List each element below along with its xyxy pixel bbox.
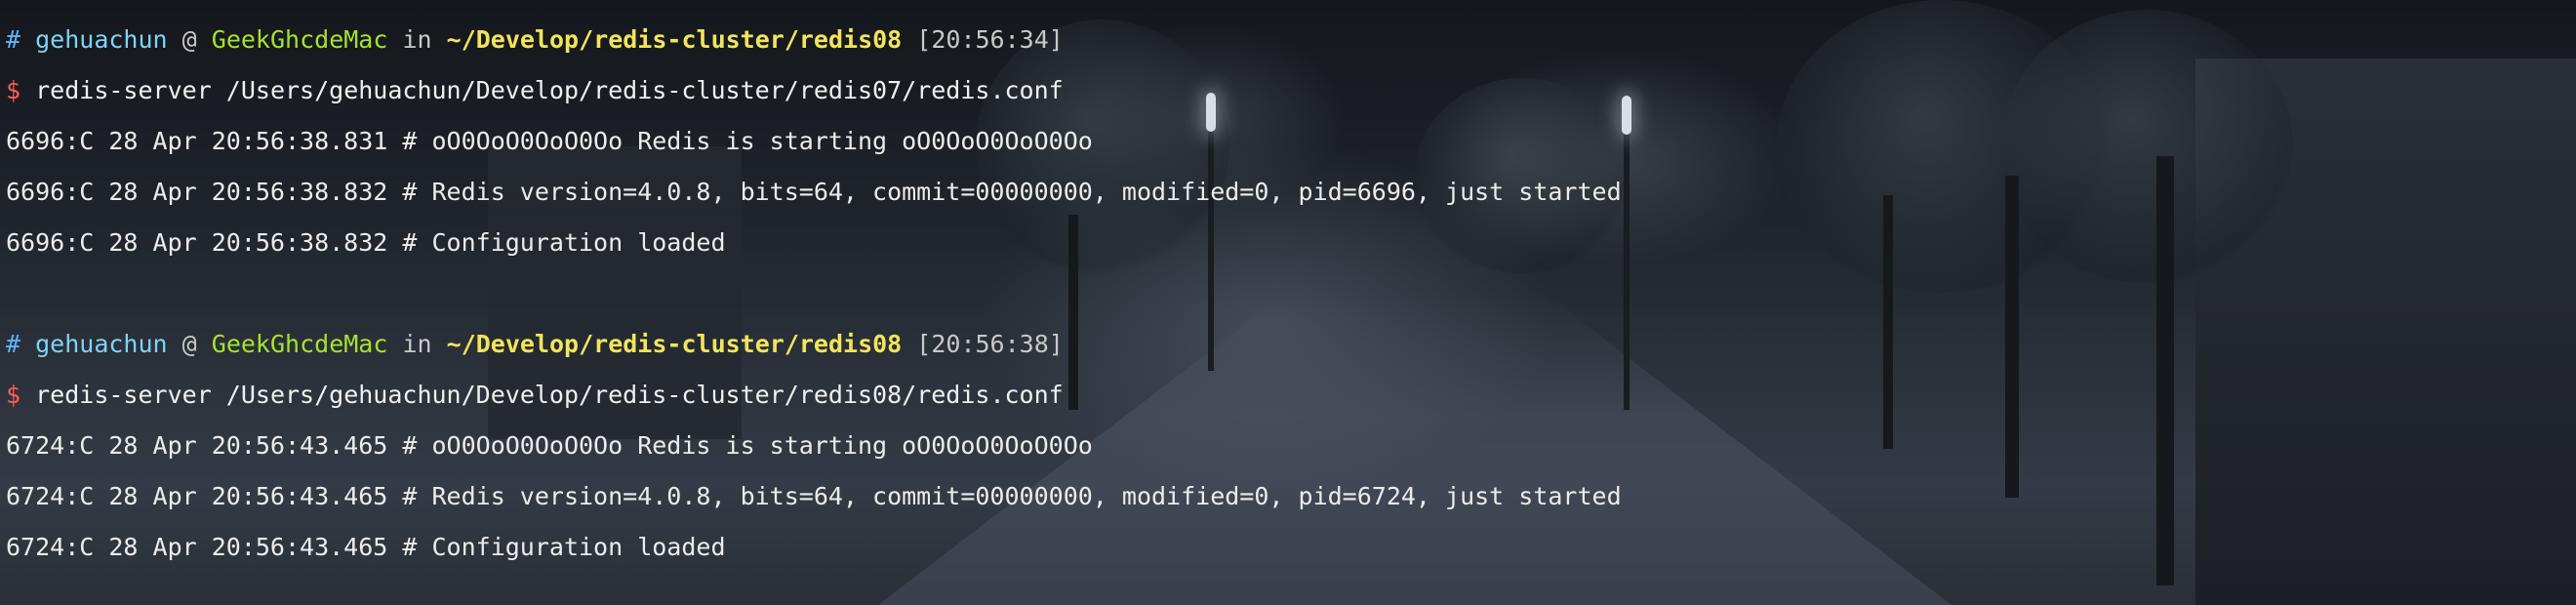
command-text: redis-server /Users/gehuachun/Develop/re…: [35, 76, 1064, 104]
prompt-in: in: [402, 25, 432, 54]
prompt-time: [20:56:38]: [916, 330, 1064, 358]
prompt-at: @: [181, 330, 197, 358]
terminal-window[interactable]: # gehuachun @ GeekGhcdeMac in ~/Develop/…: [0, 0, 2576, 605]
log-line: 6724:C 28 Apr 20:56:43.465 # oO0OoO0OoO0…: [6, 431, 1093, 460]
command-line: $ redis-server /Users/gehuachun/Develop/…: [6, 65, 2576, 116]
prompt-user: gehuachun: [35, 330, 168, 358]
log-line: 6696:C 28 Apr 20:56:38.832 # Configurati…: [6, 228, 726, 257]
prompt-line: # gehuachun @ GeekGhcdeMac in ~/Develop/…: [6, 15, 2576, 65]
command-dollar: $: [6, 76, 21, 104]
prompt-at: @: [181, 25, 197, 54]
prompt-path: ~/Develop/redis-cluster/redis08: [446, 330, 903, 358]
log-line: 6724:C 28 Apr 20:56:43.465 # Configurati…: [6, 533, 726, 561]
log-line: 6696:C 28 Apr 20:56:38.831 # oO0OoO0OoO0…: [6, 127, 1093, 155]
prompt-time: [20:56:34]: [916, 25, 1064, 54]
command-line: $ redis-server /Users/gehuachun/Develop/…: [6, 370, 2576, 421]
prompt-hash: #: [6, 25, 21, 54]
prompt-path: ~/Develop/redis-cluster/redis08: [446, 25, 903, 54]
prompt-line: # gehuachun @ GeekGhcdeMac in ~/Develop/…: [6, 319, 2576, 370]
prompt-in: in: [402, 330, 432, 358]
command-text: redis-server /Users/gehuachun/Develop/re…: [35, 381, 1064, 409]
log-line: 6696:C 28 Apr 20:56:38.832 # Redis versi…: [6, 178, 1622, 206]
prompt-host: GeekGhcdeMac: [211, 25, 388, 54]
log-line: 6724:C 28 Apr 20:56:43.465 # Redis versi…: [6, 482, 1622, 510]
prompt-user: gehuachun: [35, 25, 168, 54]
prompt-hash: #: [6, 330, 21, 358]
command-dollar: $: [6, 381, 21, 409]
prompt-host: GeekGhcdeMac: [211, 330, 388, 358]
terminal-output[interactable]: # gehuachun @ GeekGhcdeMac in ~/Develop/…: [0, 0, 2576, 573]
